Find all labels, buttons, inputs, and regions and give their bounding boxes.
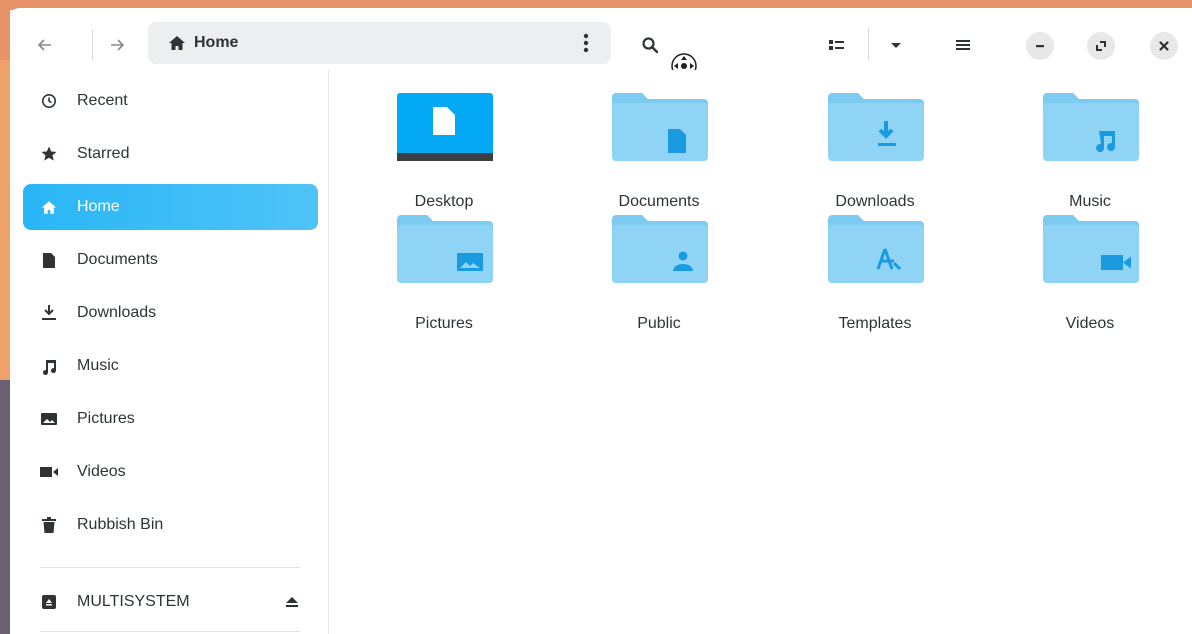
minimize-icon <box>1036 45 1044 48</box>
file-item-templates[interactable]: Templates <box>795 215 955 333</box>
view-options-button[interactable] <box>881 30 911 60</box>
file-manager-window: Home Recent Starred Home Documents Downl… <box>10 8 1192 634</box>
download-icon <box>39 303 59 323</box>
file-item-pictures[interactable]: Pictures <box>364 215 524 333</box>
search-icon <box>642 37 659 54</box>
path-home-button[interactable]: Home <box>168 34 238 52</box>
sidebar-item-recent[interactable]: Recent <box>23 78 318 124</box>
chevron-down-icon <box>891 43 901 48</box>
sidebar-item-label: MULTISYSTEM <box>77 593 190 610</box>
sidebar-item-downloads[interactable]: Downloads <box>23 290 318 336</box>
forward-button[interactable] <box>102 30 132 60</box>
file-item-public[interactable]: Public <box>579 215 739 333</box>
path-bar: Home <box>148 22 611 64</box>
sidebar-item-pictures[interactable]: Pictures <box>23 396 318 442</box>
pictures-folder-icon <box>397 215 493 283</box>
path-label: Home <box>194 34 239 51</box>
sidebar-item-label: Rubbish Bin <box>77 516 164 533</box>
main-menu-button[interactable] <box>948 30 978 60</box>
file-item-desktop[interactable]: Desktop <box>364 93 524 211</box>
file-name: Documents <box>618 193 700 210</box>
file-name: Videos <box>1065 315 1115 332</box>
sidebar-item-label: Recent <box>77 92 128 109</box>
sidebar-item-home[interactable]: Home <box>23 184 318 230</box>
file-item-downloads[interactable]: Downloads <box>795 93 955 211</box>
arrow-left-icon <box>37 39 51 51</box>
arrow-right-icon <box>111 39 125 51</box>
path-menu-button[interactable] <box>573 30 599 56</box>
back-button[interactable] <box>30 30 60 60</box>
close-icon <box>1159 41 1169 51</box>
home-icon <box>39 197 59 217</box>
videos-folder-icon <box>1043 215 1139 283</box>
picture-icon <box>39 409 59 429</box>
file-name: Desktop <box>414 193 474 210</box>
eject-button[interactable] <box>282 592 302 612</box>
sidebar: Recent Starred Home Documents Downloads … <box>10 70 328 634</box>
sidebar-item-multisystem[interactable]: MULTISYSTEM <box>23 579 318 625</box>
drive-icon <box>39 592 59 612</box>
maximize-button[interactable] <box>1087 32 1115 60</box>
eject-icon <box>286 597 298 607</box>
home-icon <box>169 36 185 50</box>
desktop-folder-icon <box>397 93 493 161</box>
search-button[interactable] <box>635 30 665 60</box>
close-button[interactable] <box>1150 32 1178 60</box>
sidebar-item-rubbish-bin[interactable]: Rubbish Bin <box>23 502 318 548</box>
sidebar-item-starred[interactable]: Starred <box>23 131 318 177</box>
file-name: Public <box>637 315 681 332</box>
view-separator <box>868 28 869 60</box>
templates-folder-icon <box>828 215 924 283</box>
sidebar-divider <box>40 631 300 632</box>
downloads-folder-icon <box>828 93 924 161</box>
clock-icon <box>39 91 59 111</box>
file-name: Pictures <box>415 315 473 332</box>
sidebar-item-label: Starred <box>77 145 130 162</box>
header-bar: Home <box>10 8 1192 79</box>
nav-separator <box>92 30 93 60</box>
sidebar-item-music[interactable]: Music <box>23 343 318 389</box>
minimize-button[interactable] <box>1026 32 1054 60</box>
sidebar-item-videos[interactable]: Videos <box>23 449 318 495</box>
video-icon <box>39 462 59 482</box>
star-icon <box>39 144 59 164</box>
sidebar-divider <box>40 567 300 568</box>
desktop-background-left <box>0 0 10 634</box>
sidebar-item-label: Downloads <box>77 304 157 321</box>
file-item-music[interactable]: Music <box>1010 93 1170 211</box>
sidebar-item-label: Pictures <box>77 410 135 427</box>
list-view-icon <box>829 40 844 50</box>
hamburger-icon <box>956 40 970 50</box>
sidebar-item-label: Documents <box>77 251 158 268</box>
public-folder-icon <box>612 215 708 283</box>
sidebar-item-label: Music <box>77 357 119 374</box>
documents-folder-icon <box>612 93 708 161</box>
sidebar-item-label: Home <box>77 198 120 215</box>
sidebar-item-documents[interactable]: Documents <box>23 237 318 283</box>
file-name: Templates <box>838 315 912 332</box>
music-icon <box>39 356 59 376</box>
file-grid: Desktop Documents Downloads Music Pictur… <box>329 70 1192 634</box>
file-name: Music <box>1069 193 1111 210</box>
trash-icon <box>39 515 59 535</box>
file-item-documents[interactable]: Documents <box>579 93 739 211</box>
document-icon <box>39 250 59 270</box>
file-item-videos[interactable]: Videos <box>1010 215 1170 333</box>
sidebar-item-label: Videos <box>77 463 126 480</box>
kebab-icon <box>583 33 589 53</box>
maximize-icon <box>1096 41 1106 51</box>
view-mode-button[interactable] <box>822 30 852 60</box>
file-name: Downloads <box>835 193 915 210</box>
music-folder-icon <box>1043 93 1139 161</box>
